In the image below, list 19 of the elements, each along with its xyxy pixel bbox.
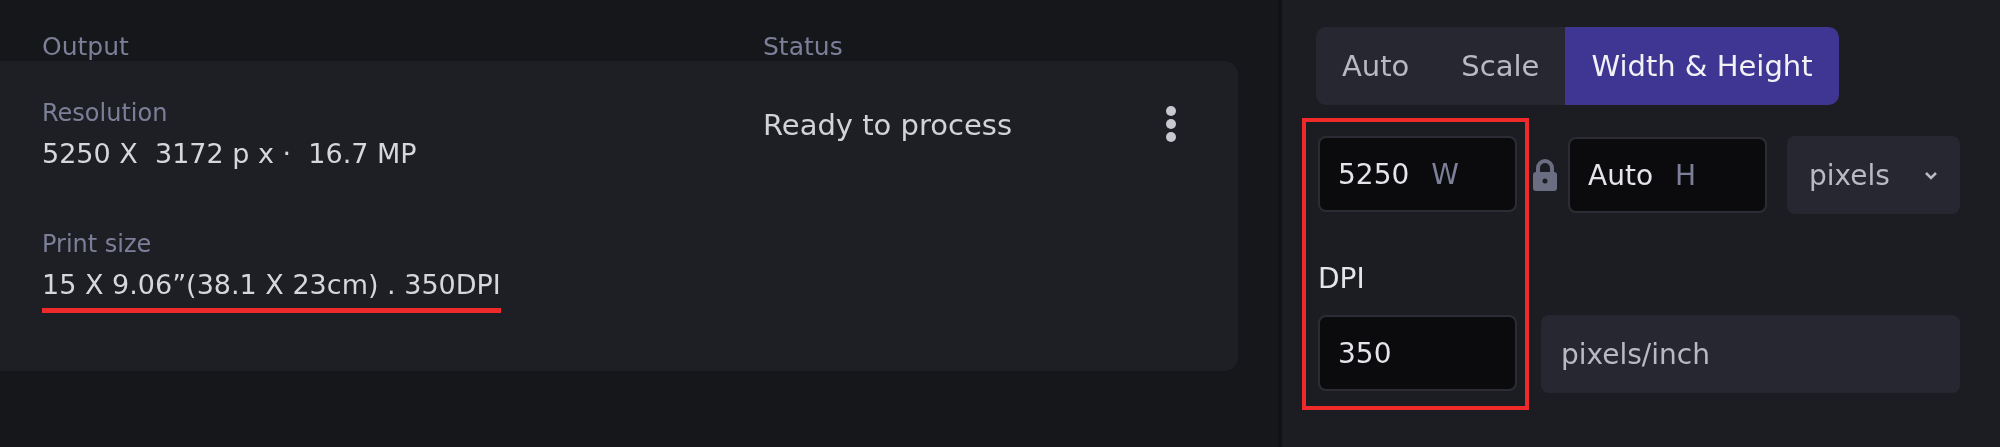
height-field[interactable]: Auto H [1568,137,1767,213]
column-header: Output [42,32,130,62]
more-icon[interactable] [1164,105,1178,143]
status-text: Ready to process [763,107,1013,143]
column-header: Status [763,32,844,62]
field-label: Print size [42,230,152,258]
field-value: 5250 X 3172 p x · 16.7 MP [42,137,417,171]
chevron-down-icon [1923,170,1938,180]
field-label: Resolution [42,99,168,127]
underlined-value: 15 X 9.06”(38.1 X 23cm) . 350DPI [42,268,501,313]
mode-tab[interactable]: Scale [1435,27,1566,105]
dpi-field[interactable]: 350 [1318,315,1517,391]
lock-icon[interactable] [1532,158,1558,192]
unit-label: pixels/inch [1541,315,1960,393]
unit-select[interactable]: pixels [1787,136,1960,214]
mode-tab[interactable]: Auto [1316,27,1436,105]
width-field[interactable]: 5250 W [1318,136,1517,212]
mode-tab[interactable]: Width & Height [1565,27,1839,105]
dpi-label: DPI [1318,262,1366,295]
